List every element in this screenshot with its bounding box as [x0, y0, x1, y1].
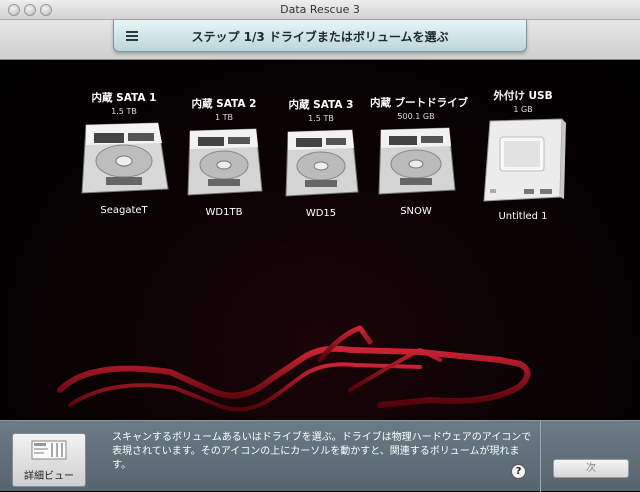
- step-title: ステップ 1/3 ドライブまたはボリュームを選ぶ: [191, 30, 449, 44]
- footer-panel: 詳細ビュー スキャンするボリュームあるいはドライブを選ぶ。ドライブは物理ハードウ…: [0, 420, 640, 492]
- window-titlebar: Data Rescue 3: [0, 0, 640, 20]
- internal-hard-drive-icon: [81, 122, 169, 194]
- drive-item[interactable]: 外付け USB 1 GB Untitled 1: [478, 88, 568, 222]
- drive-item[interactable]: 内蔵 SATA 3 1.5 TB WD15: [282, 97, 360, 219]
- toolbar: ステップ 1/3 ドライブまたはボリュームを選ぶ: [0, 20, 640, 60]
- help-icon[interactable]: ?: [511, 464, 526, 479]
- drive-selection-area: 内蔵 SATA 1 1.5 TB SeagateT 内蔵 SATA 2 1 TB…: [0, 60, 640, 420]
- step-indicator[interactable]: ステップ 1/3 ドライブまたはボリュームを選ぶ: [113, 20, 527, 52]
- divider: [540, 421, 541, 492]
- internal-hard-drive-icon: [285, 129, 359, 197]
- next-button[interactable]: 次: [553, 459, 629, 478]
- drive-item[interactable]: 内蔵 SATA 1 1.5 TB SeagateT: [78, 90, 170, 216]
- detail-view-button[interactable]: 詳細ビュー: [12, 433, 86, 487]
- internal-hard-drive-icon: [187, 128, 263, 196]
- drive-item[interactable]: 内蔵 ブートドライブ 500.1 GB SNOW: [370, 95, 468, 217]
- instruction-text: スキャンするボリュームあるいはドライブを選ぶ。ドライブは物理ハードウェアのアイコ…: [112, 432, 532, 471]
- detail-view-icon: [31, 440, 67, 460]
- internal-hard-drive-icon: [378, 127, 456, 195]
- external-usb-drive-icon: [483, 118, 566, 202]
- window-title: Data Rescue 3: [280, 3, 360, 16]
- drive-item[interactable]: 内蔵 SATA 2 1 TB WD1TB: [184, 96, 264, 218]
